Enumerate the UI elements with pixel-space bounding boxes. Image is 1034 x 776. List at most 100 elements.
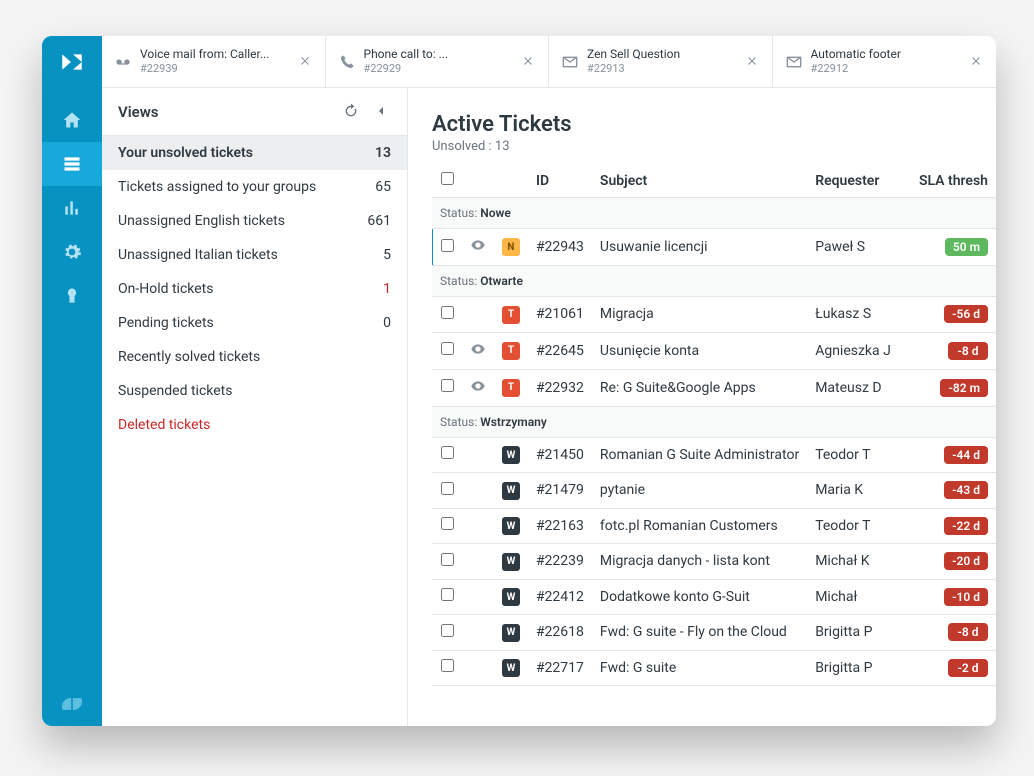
view-item[interactable]: Tickets assigned to your groups 65 (102, 170, 407, 204)
ticket-requester: Brigitta P (807, 615, 911, 651)
tab-ticket-id: #22939 (140, 62, 291, 76)
ticket-row[interactable]: N #22943 Usuwanie licencji Paweł S 50 m (432, 229, 996, 266)
ticket-subject: Dodatkowe konto G-Suit (592, 579, 807, 615)
collapse-icon[interactable] (373, 103, 391, 121)
ticket-requester: Mateusz D (807, 369, 911, 406)
ticket-row[interactable]: T #22932 Re: G Suite&Google Apps Mateusz… (432, 369, 996, 406)
close-icon[interactable] (746, 55, 760, 69)
ticket-subject: Fwd: G suite - Fly on the Cloud (592, 615, 807, 651)
tab-ticket-id: #22913 (587, 62, 738, 76)
ticket-subject: Migracja danych - lista kont (592, 544, 807, 580)
view-item[interactable]: Deleted tickets (102, 408, 407, 442)
view-item[interactable]: Your unsolved tickets 13 (102, 136, 407, 170)
sla-badge: -56 d (944, 305, 988, 323)
row-checkbox[interactable] (441, 588, 454, 601)
close-icon[interactable] (522, 55, 536, 69)
col-id[interactable]: ID (528, 164, 592, 198)
view-item[interactable]: On-Hold tickets 1 (102, 272, 407, 306)
tab[interactable]: Phone call to: ... #22929 (326, 36, 550, 87)
view-item[interactable]: Pending tickets 0 (102, 306, 407, 340)
tickets-table: ID Subject Requester SLA thresh Status: … (432, 164, 996, 686)
tab-ticket-id: #22912 (811, 62, 963, 76)
sla-badge: -43 d (944, 481, 988, 499)
ticket-row[interactable]: W #22239 Migracja danych - lista kont Mi… (432, 544, 996, 580)
ticket-requester: Michał K (807, 544, 911, 580)
eye-icon (470, 341, 486, 357)
row-checkbox[interactable] (441, 659, 454, 672)
view-label: Deleted tickets (118, 417, 391, 433)
ticket-row[interactable]: T #21061 Migracja Łukasz S -56 d (432, 297, 996, 333)
sla-badge: 50 m (945, 238, 988, 256)
row-checkbox[interactable] (441, 553, 454, 566)
ticket-row[interactable]: W #22163 fotc.pl Romanian Customers Teod… (432, 508, 996, 544)
main: Voice mail from: Caller... #22939 Phone … (102, 36, 996, 726)
status-badge: T (502, 306, 520, 324)
ticket-row[interactable]: W #21450 Romanian G Suite Administrator … (432, 437, 996, 473)
ticket-requester: Paweł S (807, 229, 911, 266)
col-sla[interactable]: SLA thresh (911, 164, 996, 198)
col-subject[interactable]: Subject (592, 164, 807, 198)
tab[interactable]: Zen Sell Question #22913 (549, 36, 773, 87)
status-badge: W (502, 588, 520, 606)
nav-admin[interactable] (42, 230, 102, 274)
ticket-id: #22717 (528, 650, 592, 686)
view-label: Unassigned Italian tickets (118, 247, 383, 263)
tab-title: Phone call to: ... (364, 47, 515, 62)
ticket-row[interactable]: W #22412 Dodatkowe konto G-Suit Michał -… (432, 579, 996, 615)
row-checkbox[interactable] (441, 482, 454, 495)
sla-badge: -8 d (948, 623, 988, 641)
ticket-requester: Michał (807, 579, 911, 615)
ticket-requester: Teodor T (807, 508, 911, 544)
ticket-requester: Brigitta P (807, 650, 911, 686)
row-checkbox[interactable] (441, 306, 454, 319)
ticket-subject: Usunięcie konta (592, 332, 807, 369)
status-group-row: Status: Otwarte (432, 266, 996, 297)
ticket-subject: Re: G Suite&Google Apps (592, 369, 807, 406)
view-label: Recently solved tickets (118, 349, 391, 365)
phone-icon (338, 53, 356, 71)
close-icon[interactable] (299, 55, 313, 69)
envelope-icon (561, 53, 579, 71)
view-item[interactable]: Suspended tickets (102, 374, 407, 408)
row-checkbox[interactable] (441, 624, 454, 637)
view-item[interactable]: Unassigned Italian tickets 5 (102, 238, 407, 272)
select-all-checkbox[interactable] (441, 172, 454, 185)
ticket-id: #22239 (528, 544, 592, 580)
view-item[interactable]: Unassigned English tickets 661 (102, 204, 407, 238)
views-header: Views (102, 88, 407, 136)
status-badge: W (502, 482, 520, 500)
ticket-row[interactable]: W #21479 pytanie Maria K -43 d (432, 473, 996, 509)
status-badge: W (502, 446, 520, 464)
refresh-icon[interactable] (343, 103, 361, 121)
tickets-title: Active Tickets (432, 112, 996, 137)
open-tabs: Voice mail from: Caller... #22939 Phone … (102, 36, 996, 88)
col-requester[interactable]: Requester (807, 164, 911, 198)
nav-reports[interactable] (42, 186, 102, 230)
content: Views Your unsolved tickets 13 Tickets a… (102, 88, 996, 726)
row-checkbox[interactable] (441, 446, 454, 459)
view-count: 1 (383, 281, 391, 297)
close-icon[interactable] (970, 55, 984, 69)
nav-views[interactable] (42, 142, 102, 186)
view-count: 13 (375, 145, 391, 161)
status-group-row: Status: Nowe (432, 198, 996, 229)
status-badge: W (502, 659, 520, 677)
ticket-row[interactable]: W #22717 Fwd: G suite Brigitta P -2 d (432, 650, 996, 686)
row-checkbox[interactable] (441, 379, 454, 392)
tickets-panel: Active Tickets Unsolved : 13 ID Subject … (408, 88, 996, 726)
nav-home[interactable] (42, 98, 102, 142)
tab[interactable]: Voice mail from: Caller... #22939 (102, 36, 326, 87)
tab[interactable]: Automatic footer #22912 (773, 36, 997, 87)
envelope-icon (785, 53, 803, 71)
view-item[interactable]: Recently solved tickets (102, 340, 407, 374)
row-checkbox[interactable] (441, 342, 454, 355)
view-count: 65 (375, 179, 391, 195)
row-checkbox[interactable] (441, 517, 454, 530)
ticket-row[interactable]: W #22618 Fwd: G suite - Fly on the Cloud… (432, 615, 996, 651)
ticket-subject: Migracja (592, 297, 807, 333)
brand-logo[interactable] (42, 36, 102, 88)
ticket-row[interactable]: T #22645 Usunięcie konta Agnieszka J -8 … (432, 332, 996, 369)
nav-extra[interactable] (42, 274, 102, 318)
ticket-subject: Usuwanie licencji (592, 229, 807, 266)
row-checkbox[interactable] (441, 239, 454, 252)
